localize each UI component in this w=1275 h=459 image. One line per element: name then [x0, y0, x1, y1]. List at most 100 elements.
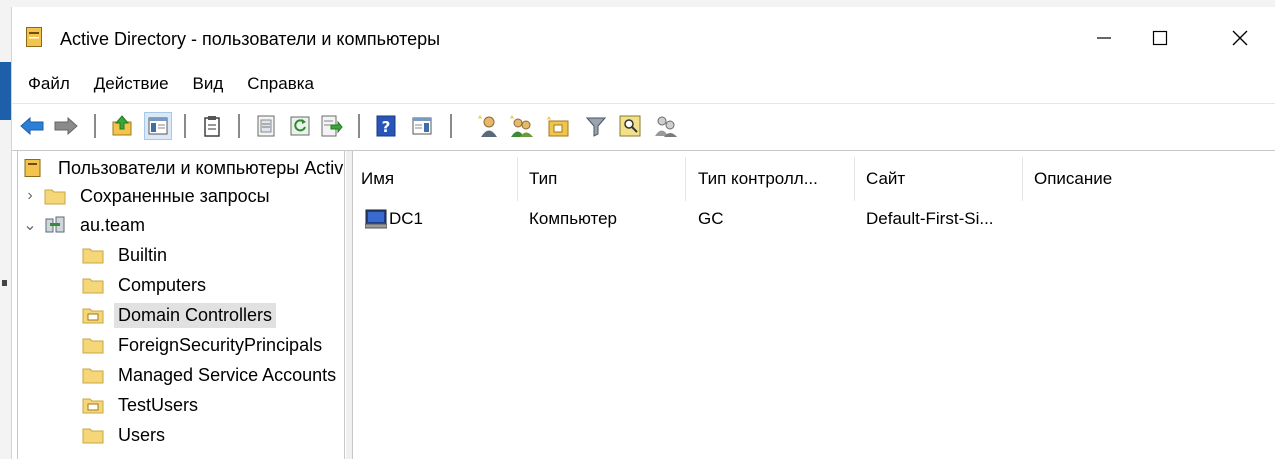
app-icon — [26, 27, 42, 47]
tree-item-domain[interactable]: ⌄ au.team — [22, 211, 149, 239]
properties-icon — [257, 115, 275, 137]
tree-label: ForeignSecurityPrincipals — [118, 334, 323, 355]
tree-item-users[interactable]: Users — [82, 421, 169, 449]
forward-button[interactable] — [52, 112, 80, 140]
new-user-button[interactable] — [474, 112, 502, 140]
tree-label: Builtin — [118, 244, 168, 265]
clipboard-icon — [204, 116, 220, 137]
filter-button[interactable] — [582, 112, 610, 140]
new-group-button[interactable] — [508, 112, 536, 140]
help-icon: ? — [376, 115, 396, 137]
new-ou-button[interactable] — [544, 112, 572, 140]
column-header-type[interactable]: Тип — [529, 169, 557, 189]
refresh-button[interactable] — [286, 112, 314, 140]
window-title: Active Directory - пользователи и компью… — [60, 29, 441, 49]
table-row[interactable]: DC1 — [365, 209, 423, 229]
computer-icon — [365, 209, 387, 229]
column-header-dc-type[interactable]: Тип контролл... — [698, 169, 818, 189]
tree-item-testusers[interactable]: TestUsers — [82, 391, 202, 419]
tree-label: Managed Service Accounts — [118, 364, 337, 385]
ad-console-icon — [24, 159, 41, 177]
folder-icon — [82, 428, 104, 444]
forward-arrow-icon — [54, 116, 78, 136]
find-button[interactable] — [616, 112, 644, 140]
tree-item-foreign-security-principals[interactable]: ForeignSecurityPrincipals — [82, 331, 326, 359]
chevron-right-icon[interactable]: › — [22, 187, 38, 205]
close-button[interactable] — [1212, 15, 1268, 61]
toolbar-separator — [184, 114, 186, 138]
details-list: Имя Тип Тип контролл... Сайт Описание DC… — [353, 151, 1275, 459]
clipboard-button[interactable] — [198, 112, 226, 140]
filter-icon — [585, 117, 607, 137]
menu-help[interactable]: Справка — [247, 74, 314, 94]
folder-icon — [82, 278, 104, 294]
column-header-site[interactable]: Сайт — [866, 169, 905, 189]
column-separator[interactable] — [517, 157, 518, 201]
maximize-button[interactable] — [1132, 15, 1188, 61]
toolbar-separator — [450, 114, 452, 138]
menu-bar: Файл Действие Вид Справка — [12, 67, 1275, 101]
up-folder-icon — [112, 115, 132, 136]
properties-button[interactable] — [252, 112, 280, 140]
folder-icon — [82, 368, 104, 384]
help-button[interactable]: ? — [372, 112, 400, 140]
menu-view[interactable]: Вид — [193, 74, 224, 94]
menu-file[interactable]: Файл — [28, 74, 70, 94]
up-button[interactable] — [108, 112, 136, 140]
row-site: Default-First-Si... — [866, 209, 994, 228]
background-window-edge — [0, 0, 11, 459]
background-mark — [2, 280, 7, 286]
new-ou-icon — [547, 116, 569, 137]
delegate-button[interactable] — [652, 112, 680, 140]
folder-icon — [82, 248, 104, 264]
tree-root-label: Пользователи и компьютеры Active Directo… — [58, 157, 344, 178]
tree-label: Domain Controllers — [114, 302, 277, 328]
export-list-icon — [321, 115, 343, 137]
console-tree: Пользователи и компьютеры Active Directo… — [17, 151, 345, 459]
tree-root[interactable]: Пользователи и компьютеры Active Directo… — [22, 154, 344, 182]
action-pane-button[interactable] — [408, 112, 436, 140]
show-hide-tree-icon — [148, 117, 168, 135]
tree-label: Computers — [118, 274, 207, 295]
export-list-button[interactable] — [318, 112, 346, 140]
tree-item-domain-controllers[interactable]: Domain Controllers — [82, 301, 277, 329]
refresh-icon — [290, 116, 310, 136]
ou-icon — [82, 308, 104, 324]
toolbar-separator — [358, 114, 360, 138]
tree-item-saved-queries[interactable]: › Сохраненные запросы — [22, 182, 274, 210]
title-bar[interactable]: Active Directory - пользователи и компью… — [12, 7, 1275, 67]
row-type: Компьютер — [529, 209, 617, 228]
console-panes: Пользователи и компьютеры Active Directo… — [12, 150, 1275, 459]
column-header-name[interactable]: Имя — [361, 169, 394, 189]
tree-item-builtin[interactable]: Builtin — [82, 241, 171, 269]
ou-icon — [82, 398, 104, 414]
chevron-down-icon[interactable]: ⌄ — [22, 215, 38, 235]
toolbar-separator — [94, 114, 96, 138]
mmc-window: Active Directory - пользователи и компью… — [11, 7, 1275, 459]
minimize-icon — [1097, 37, 1111, 39]
tree-label: Users — [118, 424, 166, 445]
find-icon — [619, 115, 641, 137]
tree-item-computers[interactable]: Computers — [82, 271, 210, 299]
column-separator[interactable] — [854, 157, 855, 201]
show-hide-tree-button[interactable] — [144, 112, 172, 140]
back-button[interactable] — [18, 112, 46, 140]
tree-label: au.team — [80, 214, 146, 235]
minimize-button[interactable] — [1076, 15, 1132, 61]
maximize-icon — [1152, 30, 1168, 46]
background-top-edge — [11, 0, 1275, 7]
row-dc-type: GC — [698, 209, 724, 228]
column-header-description[interactable]: Описание — [1034, 169, 1112, 189]
pane-splitter[interactable] — [346, 151, 353, 459]
toolbar: ? — [12, 103, 1275, 149]
menu-action[interactable]: Действие — [94, 74, 169, 94]
column-separator[interactable] — [1022, 157, 1023, 201]
close-icon — [1232, 30, 1248, 46]
tree-item-managed-service-accounts[interactable]: Managed Service Accounts — [82, 361, 340, 389]
new-user-icon — [478, 115, 497, 137]
column-separator[interactable] — [685, 157, 686, 201]
svg-text:?: ? — [382, 118, 391, 136]
toolbar-separator — [238, 114, 240, 138]
tree-label: TestUsers — [118, 394, 199, 415]
background-accent — [0, 62, 11, 120]
